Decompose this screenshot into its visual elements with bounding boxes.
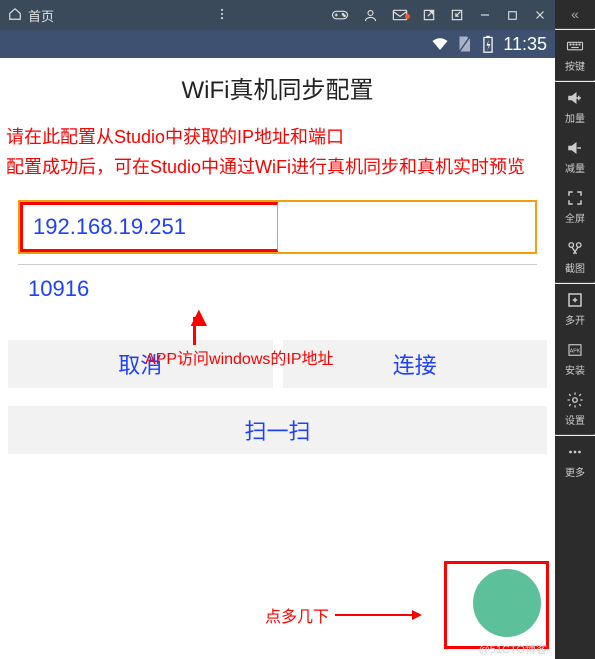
ip-input-secondary[interactable] — [278, 202, 536, 252]
kebab-menu-icon[interactable] — [215, 7, 229, 24]
wifi-icon — [431, 35, 449, 53]
annotation-tap-hint: 点多几下 — [265, 603, 420, 627]
titlebar-right-icons — [331, 8, 547, 23]
gamepad-icon[interactable] — [331, 8, 349, 22]
sidebar-item-fullscreen[interactable]: 全屏 — [555, 182, 595, 232]
ip-input[interactable]: 192.168.19.251 — [20, 202, 278, 252]
collapse-sidebar-icon[interactable]: « — [555, 0, 595, 28]
battery-icon — [479, 35, 497, 53]
sidebar-item-screenshot[interactable]: 截图 — [555, 232, 595, 282]
emulator-sidebar: « 按键 加量 减量 全屏 截图 多开 APK 安装 — [555, 0, 595, 659]
page-title: WiFi真机同步配置 — [0, 58, 555, 117]
ip-input-row: 192.168.19.251 — [18, 200, 537, 254]
sidebar-item-keys[interactable]: 按键 — [555, 30, 595, 80]
popout-icon[interactable] — [422, 8, 436, 22]
annotation-arrow-up: ▲ — [185, 303, 213, 331]
mail-icon[interactable] — [392, 8, 408, 22]
home-label[interactable]: 首页 — [28, 6, 54, 25]
watermark: @51CTO博客 — [479, 641, 547, 657]
floating-action-button[interactable] — [473, 569, 541, 637]
emulator-screen: 首页 11 — [0, 0, 555, 659]
sidebar-item-volume-up[interactable]: 加量 — [555, 82, 595, 132]
emulator-titlebar: 首页 — [0, 0, 555, 30]
annotation-arrow-right — [335, 614, 420, 616]
scan-button[interactable]: 扫一扫 — [8, 406, 547, 454]
sidebar-item-apk[interactable]: APK 安装 — [555, 334, 595, 384]
instructions-text: 请在此配置从Studio中获取的IP地址和端口 配置成功后，可在Studio中通… — [0, 117, 555, 188]
user-icon[interactable] — [363, 8, 378, 23]
sidebar-item-multi[interactable]: 多开 — [555, 284, 595, 334]
port-input[interactable]: 10916 — [18, 264, 537, 312]
sim-icon — [455, 35, 473, 53]
svg-text:APK: APK — [570, 348, 581, 354]
sidebar-item-more[interactable]: 更多 — [555, 436, 595, 486]
home-icon[interactable] — [8, 7, 22, 24]
status-time: 11:35 — [503, 34, 547, 55]
minimize-icon[interactable] — [478, 8, 492, 22]
annotation-ip-hint: APP访问windows的IP地址 — [145, 345, 334, 369]
sidebar-item-volume-down[interactable]: 减量 — [555, 132, 595, 182]
close-icon[interactable] — [533, 8, 547, 22]
sidebar-item-settings[interactable]: 设置 — [555, 384, 595, 434]
android-statusbar: 11:35 — [0, 30, 555, 58]
maximize-icon[interactable] — [506, 9, 519, 22]
popin-icon[interactable] — [450, 8, 464, 22]
